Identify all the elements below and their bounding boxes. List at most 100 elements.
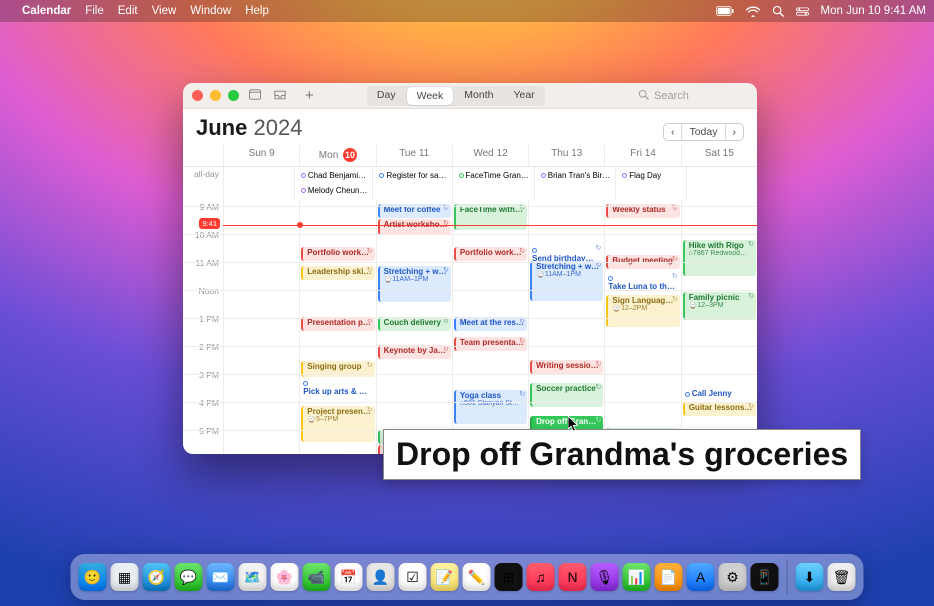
dock-mail[interactable]: ✉️ (207, 563, 235, 591)
dock-pages[interactable]: 📄 (655, 563, 683, 591)
calendar-event[interactable]: Send birthday…↻ (530, 244, 603, 258)
wifi-icon[interactable] (746, 6, 760, 17)
menubar-help[interactable]: Help (245, 5, 269, 17)
menubar-window[interactable]: Window (190, 5, 231, 17)
calendar-event[interactable]: Portfolio work…↻ (454, 247, 527, 261)
battery-icon[interactable] (716, 6, 734, 16)
view-month[interactable]: Month (454, 86, 503, 106)
calendar-event[interactable]: Stretching + weights⌚11AM–1PM↻ (530, 261, 603, 301)
calendar-event[interactable]: Guitar lessons…↻ (683, 402, 756, 416)
menubar-view[interactable]: View (152, 5, 177, 17)
spotlight-icon[interactable] (772, 5, 784, 17)
calendar-event[interactable]: Yoga class⌂501 Stanyan St… ⌚4–5:30PM↻ (454, 390, 527, 424)
dock-trash[interactable]: 🗑 (828, 563, 856, 591)
today-button[interactable]: Today (682, 124, 725, 140)
dock-freeform[interactable]: ✏️ (463, 563, 491, 591)
day-column[interactable] (223, 200, 299, 454)
day-column[interactable]: Meet for coffee↻Artist worksho…↻Stretchi… (376, 200, 452, 454)
calendar-event[interactable]: Stretching + weights⌚11AM–1PM↻ (378, 266, 451, 302)
all-day-cell[interactable] (223, 167, 294, 200)
all-day-event[interactable]: Flag Day (617, 169, 685, 183)
calendar-event[interactable]: Sign Language Club⌚12–2PM↻ (606, 295, 679, 327)
day-column[interactable]: Hike with Rigo⌂7867 Redwood… ⌚10AM–12PM↻… (681, 200, 757, 454)
dock-appstore[interactable]: A (687, 563, 715, 591)
all-day-cell[interactable]: FaceTime Gran… (452, 167, 534, 200)
dock-iphone-mirror[interactable]: 📱 (751, 563, 779, 591)
calendar-event[interactable]: Couch delivery↻ (378, 317, 451, 331)
view-year[interactable]: Year (503, 86, 544, 106)
calendar-event[interactable]: Family picnic⌚12–3PM↻ (683, 292, 756, 320)
all-day-cell[interactable]: Register for sa… (372, 167, 451, 200)
dock-safari[interactable]: 🧭 (143, 563, 171, 591)
calendar-event[interactable]: Take Luna to th…↻ (606, 272, 679, 286)
view-week[interactable]: Week (407, 87, 454, 105)
day-header[interactable]: Tue 11 (376, 145, 452, 166)
prev-week-button[interactable]: ‹ (664, 124, 683, 140)
add-event-icon[interactable]: + (302, 92, 317, 100)
calendar-event[interactable]: Hike with Rigo⌂7867 Redwood… ⌚10AM–12PM↻ (683, 240, 756, 276)
dock-calendar[interactable]: 📅 (335, 563, 363, 591)
calendar-event[interactable]: Artist worksho…↻ (378, 219, 451, 235)
next-week-button[interactable]: › (726, 124, 744, 140)
calendar-event[interactable]: Writing sessio…↻ (530, 360, 603, 374)
window-close-button[interactable] (192, 90, 203, 101)
day-column[interactable]: Portfolio work…↻ Leadership skil…↻ Present… (299, 200, 375, 454)
calendar-event[interactable]: Team presenta…↻ (454, 337, 527, 351)
calendar-event[interactable]: Project presentations⌚5–7PM↻ (301, 406, 374, 442)
calendar-event[interactable]: Pick up arts & … (301, 377, 374, 389)
window-zoom-button[interactable] (228, 90, 239, 101)
menubar-edit[interactable]: Edit (118, 5, 138, 17)
day-header[interactable]: Sun 9 (223, 145, 299, 166)
day-header[interactable]: Thu 13 (528, 145, 604, 166)
calendar-event[interactable]: Meet at the res…↻ (454, 317, 527, 331)
dock-finder[interactable]: 🙂 (79, 563, 107, 591)
calendar-event[interactable]: FaceTime with…↻ (454, 204, 527, 230)
day-header[interactable]: Fri 14 (604, 145, 680, 166)
day-column[interactable]: Weekly status↻Budget meeting↻Take Luna t… (604, 200, 680, 454)
dock-downloads[interactable]: ⬇︎ (796, 563, 824, 591)
view-day[interactable]: Day (367, 86, 406, 106)
calendar-event[interactable]: Call Jenny (683, 388, 756, 402)
menubar-clock[interactable]: Mon Jun 10 9:41 AM (821, 5, 926, 17)
dock-contacts[interactable]: 👤 (367, 563, 395, 591)
all-day-event[interactable]: Brian Tran's Bir… (536, 169, 614, 183)
day-column[interactable]: FaceTime with…↻ Portfolio work…↻ Meet at t… (452, 200, 528, 454)
all-day-cell[interactable] (686, 167, 757, 200)
calendar-event[interactable]: Presentation p…↻ (301, 317, 374, 331)
calendar-event[interactable]: Leadership skil…↻ (301, 266, 374, 280)
dock-podcasts[interactable]: 🎙 (591, 563, 619, 591)
window-minimize-button[interactable] (210, 90, 221, 101)
menubar-file[interactable]: File (85, 5, 104, 17)
dock-messages[interactable]: 💬 (175, 563, 203, 591)
all-day-cell[interactable]: Chad Benjami…Melody Cheun… (294, 167, 373, 200)
all-day-event[interactable]: FaceTime Gran… (454, 169, 533, 183)
all-day-event[interactable]: Register for sa… (374, 169, 450, 183)
calendar-event[interactable]: Portfolio work…↻ (301, 247, 374, 261)
calendar-event[interactable]: Keynote by Ja…↻ (378, 345, 451, 359)
day-header[interactable]: Mon 10 (299, 145, 375, 166)
all-day-cell[interactable]: Flag Day (615, 167, 686, 200)
dock-music[interactable]: ♫ (527, 563, 555, 591)
all-day-event[interactable]: Melody Cheun… (296, 184, 372, 198)
dock-notes[interactable]: 📝 (431, 563, 459, 591)
dock-photos[interactable]: 🌸 (271, 563, 299, 591)
dock-maps[interactable]: 🗺️ (239, 563, 267, 591)
dock-settings[interactable]: ⚙︎ (719, 563, 747, 591)
day-header[interactable]: Sat 15 (681, 145, 757, 166)
toggle-calendars-icon[interactable] (246, 89, 264, 103)
dock-numbers[interactable]: 📊 (623, 563, 651, 591)
calendar-body[interactable]: 9 AM10 AM11 AMNoon1 PM2 PM3 PM4 PM5 PM6 … (183, 200, 757, 454)
menubar-app-name[interactable]: Calendar (22, 5, 71, 17)
dock-launchpad[interactable]: ▦ (111, 563, 139, 591)
inbox-icon[interactable] (271, 89, 289, 103)
search-field[interactable]: Search (638, 89, 748, 103)
day-column[interactable]: Send birthday…↻ Stretching + weights⌚11AM… (528, 200, 604, 454)
all-day-event[interactable]: Chad Benjami… (296, 169, 372, 183)
dock-tv[interactable]: ⊞ (495, 563, 523, 591)
day-header[interactable]: Wed 12 (452, 145, 528, 166)
calendar-event[interactable]: Soccer practice↻ (530, 383, 603, 407)
dock-reminders[interactable]: ☑︎ (399, 563, 427, 591)
dock-facetime[interactable]: 📹 (303, 563, 331, 591)
control-center-icon[interactable] (796, 6, 809, 17)
dock-news[interactable]: N (559, 563, 587, 591)
